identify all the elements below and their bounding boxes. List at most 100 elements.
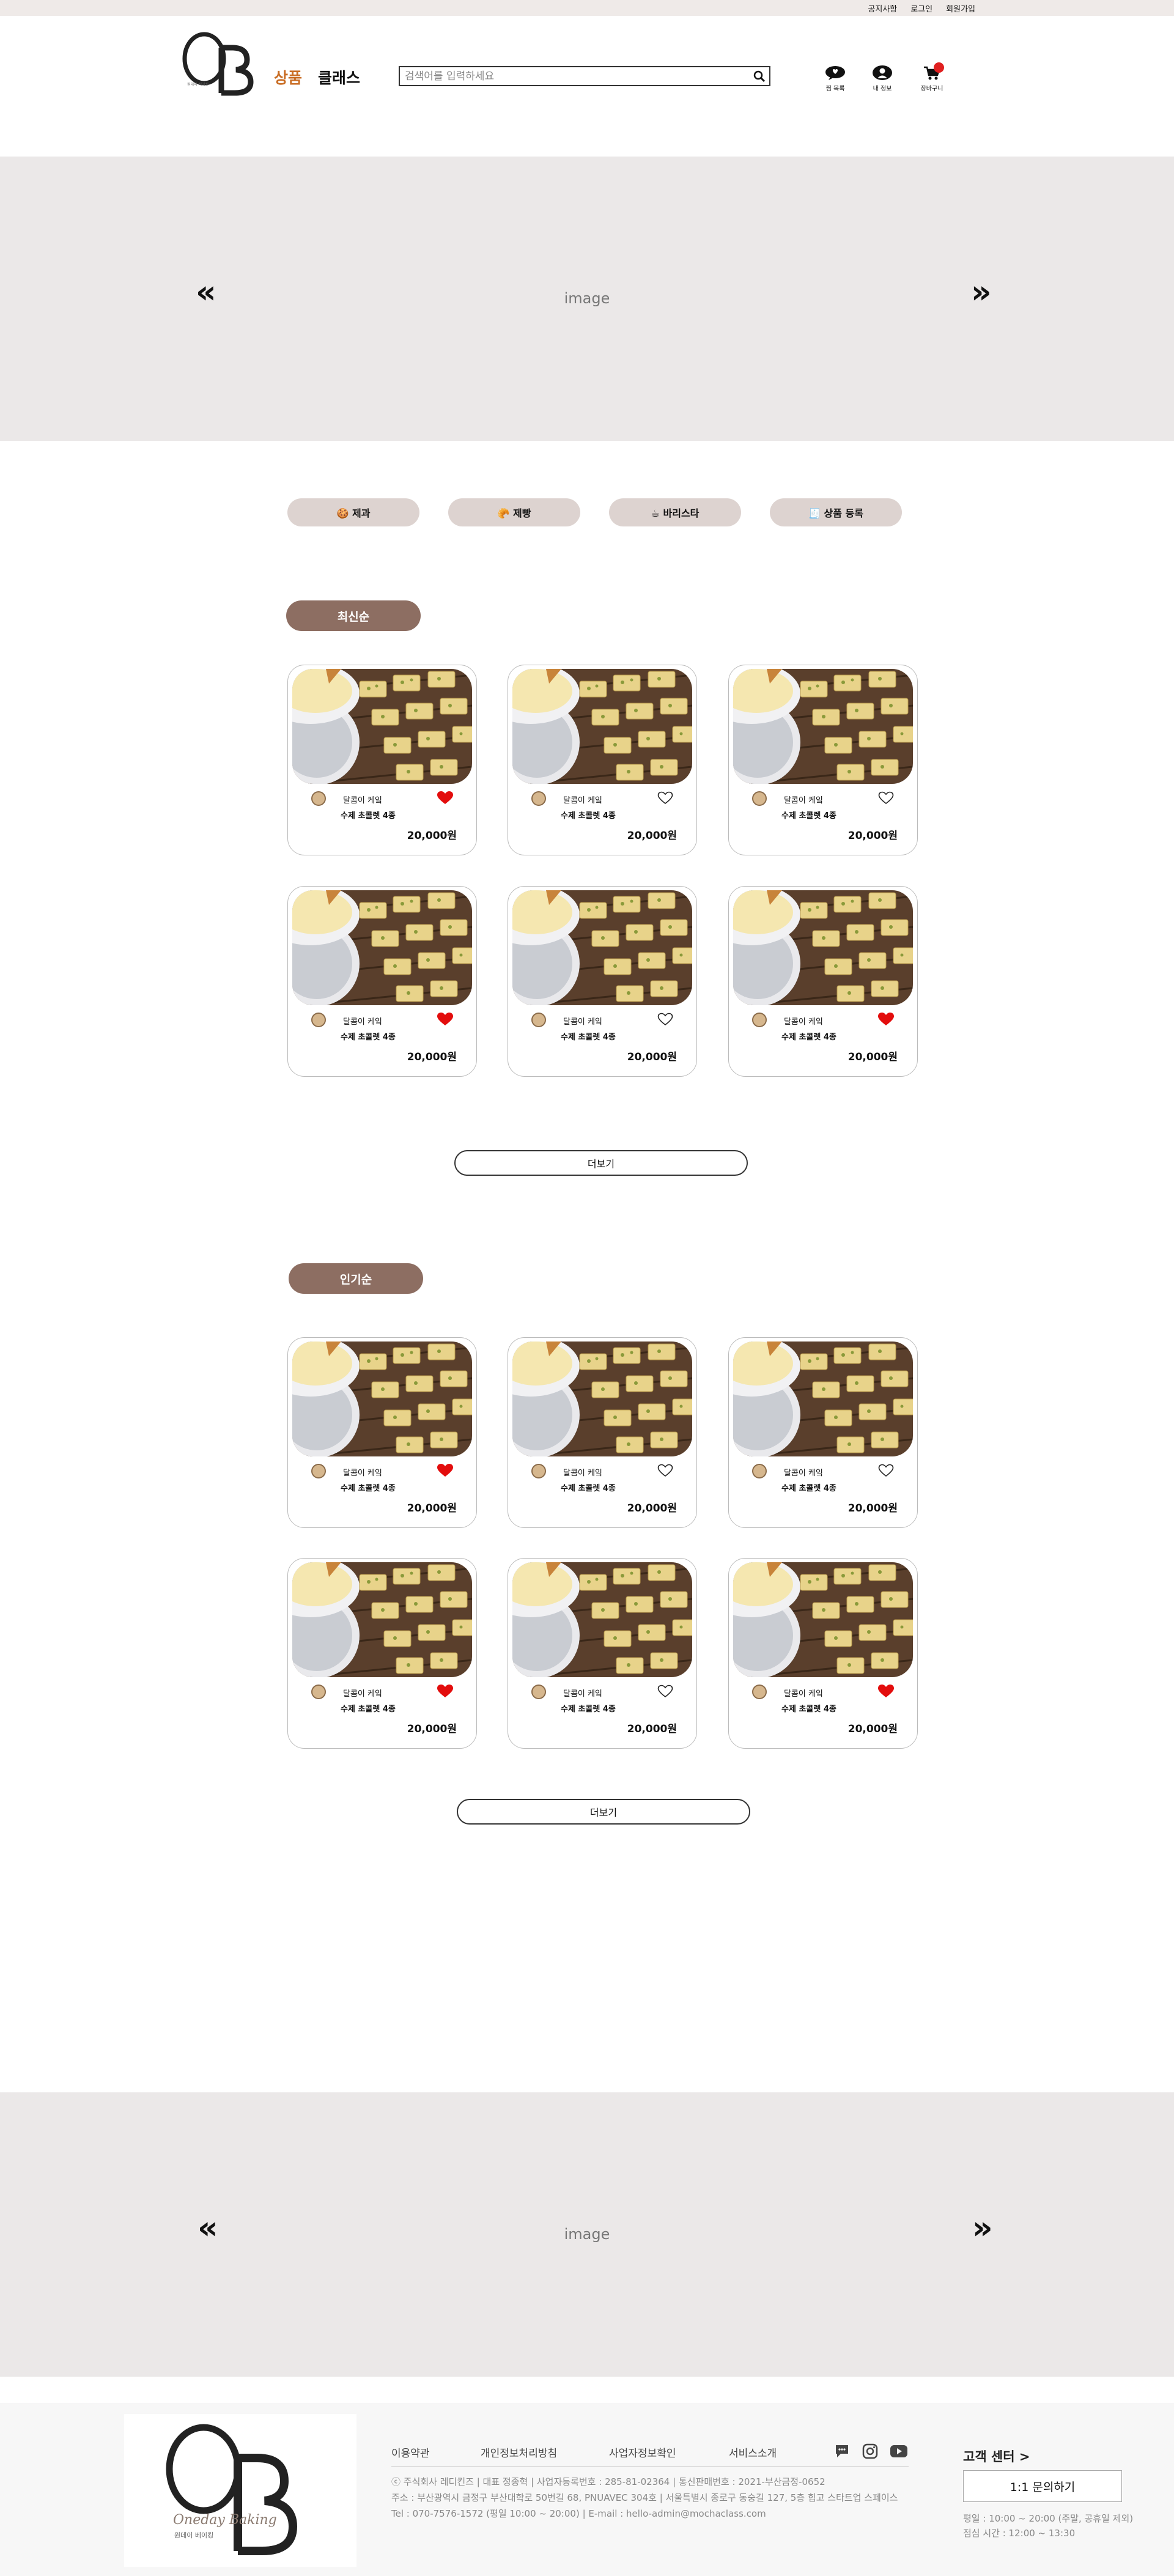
site-logo[interactable]: 원데이 베이킹: [179, 29, 254, 97]
product-name: 수제 초콜렛 4종: [561, 811, 616, 821]
shop-avatar: [531, 1685, 546, 1699]
product-card[interactable]: 달콤이 케잌 수제 초콜렛 4종 20,000원: [728, 886, 918, 1077]
heart-icon[interactable]: [657, 1464, 673, 1477]
product-photo: [292, 669, 472, 784]
product-image[interactable]: [512, 1562, 692, 1677]
heart-icon[interactable]: [437, 791, 453, 805]
product-price: 20,000원: [847, 1502, 898, 1515]
wishlist-label: 찜 목록: [825, 86, 845, 92]
heart-icon[interactable]: [878, 1685, 894, 1698]
business-info-link[interactable]: 사업자정보확인: [609, 2445, 676, 2460]
signup-link[interactable]: 회원가입: [946, 2, 975, 14]
product-image[interactable]: [733, 890, 913, 1005]
product-name: 수제 초콜렛 4종: [561, 1484, 616, 1493]
product-card[interactable]: 달콤이 케잌 수제 초콜렛 4종 20,000원: [508, 1337, 697, 1528]
top-banner: « image »: [0, 157, 1174, 441]
nav-classes[interactable]: 클래스: [318, 66, 360, 88]
product-image[interactable]: [512, 890, 692, 1005]
chat-bubble-icon[interactable]: [834, 2443, 850, 2459]
nav-products[interactable]: 상품: [274, 66, 302, 88]
banner-next-button[interactable]: »: [971, 276, 992, 308]
popular-more-button[interactable]: 더보기: [457, 1799, 750, 1825]
product-image[interactable]: [733, 1342, 913, 1456]
heart-icon[interactable]: [657, 1685, 673, 1698]
service-intro-link[interactable]: 서비스소개: [729, 2445, 777, 2460]
bottom-banner-next-button[interactable]: »: [972, 2212, 993, 2244]
product-photo: [512, 669, 692, 784]
notice-link[interactable]: 공지사항: [868, 2, 897, 14]
shop-name: 달콤이 케잌: [343, 1469, 382, 1478]
product-card[interactable]: 달콤이 케잌 수제 초콜렛 4종 20,000원: [287, 1337, 477, 1528]
product-card[interactable]: 달콤이 케잌 수제 초콜렛 4종 20,000원: [508, 1558, 697, 1749]
user-icon: [873, 65, 892, 80]
product-image[interactable]: [292, 1562, 472, 1677]
shop-name: 달콤이 케잌: [343, 1689, 382, 1699]
footer: Oneday Baking 원데이 베이킹 이용약관 개인정보처리방침 사업자정…: [0, 2403, 1174, 2576]
product-image[interactable]: [512, 1342, 692, 1456]
heart-icon[interactable]: [878, 1013, 894, 1026]
product-name: 수제 초콜렛 4종: [561, 1705, 616, 1714]
product-card[interactable]: 달콤이 케잌 수제 초콜렛 4종 20,000원: [287, 665, 477, 855]
product-name: 수제 초콜렛 4종: [781, 811, 836, 821]
product-image[interactable]: [733, 1562, 913, 1677]
search-icon[interactable]: [753, 70, 766, 83]
product-price: 20,000원: [847, 830, 898, 842]
top-bar: 공지사항 로그인 회원가입: [0, 0, 1174, 16]
inquiry-button[interactable]: 1:1 문의하기: [963, 2470, 1122, 2502]
search-input[interactable]: [405, 69, 747, 84]
product-photo: [512, 1342, 692, 1456]
youtube-icon[interactable]: [890, 2443, 908, 2459]
product-image[interactable]: [292, 890, 472, 1005]
search-bar: [399, 66, 770, 86]
product-card[interactable]: 달콤이 케잌 수제 초콜렛 4종 20,000원: [508, 665, 697, 855]
product-image[interactable]: [733, 669, 913, 784]
product-card[interactable]: 달콤이 케잌 수제 초콜렛 4종 20,000원: [287, 886, 477, 1077]
cart-button[interactable]: 장바구니: [914, 62, 950, 92]
my-info-button[interactable]: 내 정보: [864, 65, 901, 92]
product-price: 20,000원: [407, 1502, 457, 1515]
heart-icon[interactable]: [437, 1685, 453, 1698]
privacy-link[interactable]: 개인정보처리방침: [481, 2445, 557, 2460]
heart-icon[interactable]: [657, 791, 673, 805]
sort-popular-pill[interactable]: 인기순: [289, 1263, 423, 1294]
category-barista[interactable]: ☕ 바리스타: [609, 498, 741, 526]
product-card[interactable]: 달콤이 케잌 수제 초콜렛 4종 20,000원: [508, 886, 697, 1077]
shop-name: 달콤이 케잌: [784, 1689, 823, 1699]
chat-icon: [825, 66, 845, 80]
shop-name: 달콤이 케잌: [784, 796, 823, 805]
product-image[interactable]: [292, 1342, 472, 1456]
product-name: 수제 초콜렛 4종: [781, 1033, 836, 1042]
shop-avatar: [531, 1464, 546, 1478]
shop-avatar: [752, 1685, 767, 1699]
category-bread[interactable]: 🥐 제빵: [448, 498, 580, 526]
customer-center-link[interactable]: 고객 센터 >: [963, 2447, 1030, 2465]
product-card[interactable]: 달콤이 케잌 수제 초콜렛 4종 20,000원: [728, 665, 918, 855]
heart-icon[interactable]: [878, 1464, 894, 1477]
instagram-icon[interactable]: [862, 2443, 878, 2459]
company-info: ⓒ 주식회사 레디킨즈 | 대표 정종혁 | 사업자등록번호 : 285-81-…: [391, 2476, 825, 2487]
category-register-product[interactable]: 🧾 상품 등록: [770, 498, 902, 526]
contact-info: Tel : 070-7576-1572 (평일 10:00 ~ 20:00) |…: [391, 2508, 766, 2519]
product-card[interactable]: 달콤이 케잌 수제 초콜렛 4종 20,000원: [728, 1337, 918, 1528]
product-card[interactable]: 달콤이 케잌 수제 초콜렛 4종 20,000원: [728, 1558, 918, 1749]
category-pastry[interactable]: 🍪 제과: [287, 498, 419, 526]
heart-icon[interactable]: [657, 1013, 673, 1026]
shop-avatar: [531, 791, 546, 806]
product-card[interactable]: 달콤이 케잌 수제 초콜렛 4종 20,000원: [287, 1558, 477, 1749]
shop-name: 달콤이 케잌: [563, 796, 602, 805]
terms-link[interactable]: 이용약관: [391, 2445, 430, 2460]
footer-logo[interactable]: Oneday Baking 원데이 베이킹: [124, 2414, 356, 2567]
sort-newest-pill[interactable]: 최신순: [286, 600, 421, 631]
product-price: 20,000원: [627, 830, 677, 842]
newest-more-button[interactable]: 더보기: [454, 1150, 748, 1176]
wishlist-button[interactable]: 찜 목록: [817, 65, 854, 92]
product-photo: [733, 890, 913, 1005]
heart-icon[interactable]: [437, 1464, 453, 1477]
heart-icon[interactable]: [437, 1013, 453, 1026]
product-image[interactable]: [512, 669, 692, 784]
login-link[interactable]: 로그인: [910, 2, 932, 14]
product-image[interactable]: [292, 669, 472, 784]
product-photo: [733, 1562, 913, 1677]
heart-icon[interactable]: [878, 791, 894, 805]
product-name: 수제 초콜렛 4종: [341, 1033, 396, 1042]
